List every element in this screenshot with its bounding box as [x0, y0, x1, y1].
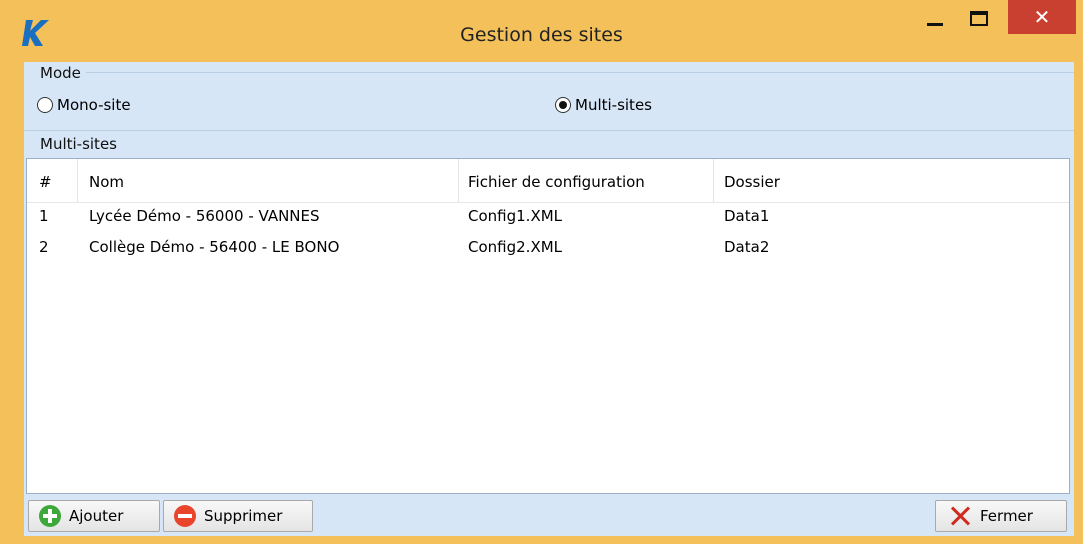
column-divider[interactable]	[458, 159, 459, 202]
title-bar[interactable]: Gestion des sites ✕	[0, 0, 1083, 62]
delete-button[interactable]: Supprimer	[163, 500, 313, 532]
radio-mono-site[interactable]: Mono-site	[37, 96, 131, 114]
client-area: Mode Mono-site Multi-sites Multi-sites #…	[24, 62, 1074, 536]
close-button-label: Fermer	[980, 507, 1033, 525]
close-window-button[interactable]: ✕	[1008, 0, 1076, 34]
sites-table[interactable]: # Nom Fichier de configuration Dossier 1…	[26, 158, 1070, 494]
close-button[interactable]: Fermer	[935, 500, 1067, 532]
minus-circle-icon	[174, 505, 196, 527]
x-icon	[950, 506, 970, 526]
column-header-nom[interactable]: Nom	[89, 173, 124, 191]
row-fichier: Config2.XML	[468, 238, 563, 256]
row-nom: Lycée Démo - 56000 - VANNES	[89, 207, 320, 225]
radio-multi-sites-label: Multi-sites	[575, 96, 652, 114]
column-header-dossier[interactable]: Dossier	[724, 173, 780, 191]
close-icon: ✕	[1033, 5, 1051, 29]
row-nom: Collège Démo - 56400 - LE BONO	[89, 238, 340, 256]
minimize-button[interactable]	[918, 0, 952, 36]
radio-dot	[559, 101, 567, 109]
multisites-divider	[24, 130, 1074, 131]
add-button[interactable]: Ajouter	[28, 500, 160, 532]
column-divider[interactable]	[713, 159, 714, 202]
plus-circle-icon	[39, 505, 61, 527]
delete-button-label: Supprimer	[204, 507, 283, 525]
row-number: 1	[39, 207, 49, 225]
mode-divider	[86, 72, 1074, 73]
row-dossier: Data1	[724, 207, 770, 225]
column-header-fichier[interactable]: Fichier de configuration	[468, 173, 645, 191]
table-header: # Nom Fichier de configuration Dossier	[27, 159, 1069, 203]
maximize-icon	[970, 10, 988, 26]
column-divider[interactable]	[77, 159, 78, 202]
column-header-number[interactable]: #	[39, 173, 52, 191]
radio-mono-site-label: Mono-site	[57, 96, 131, 114]
row-fichier: Config1.XML	[468, 207, 563, 225]
add-button-label: Ajouter	[69, 507, 124, 525]
multisites-group-label: Multi-sites	[40, 135, 117, 153]
row-number: 2	[39, 238, 49, 256]
window: Gestion des sites ✕ Mode Mono-site Multi…	[0, 0, 1083, 544]
radio-circle-selected[interactable]	[555, 97, 571, 113]
radio-circle[interactable]	[37, 97, 53, 113]
minimize-icon	[927, 22, 943, 26]
row-dossier: Data2	[724, 238, 770, 256]
mode-group-label: Mode	[40, 64, 81, 82]
maximize-button[interactable]	[960, 0, 998, 36]
radio-multi-sites[interactable]: Multi-sites	[555, 96, 652, 114]
